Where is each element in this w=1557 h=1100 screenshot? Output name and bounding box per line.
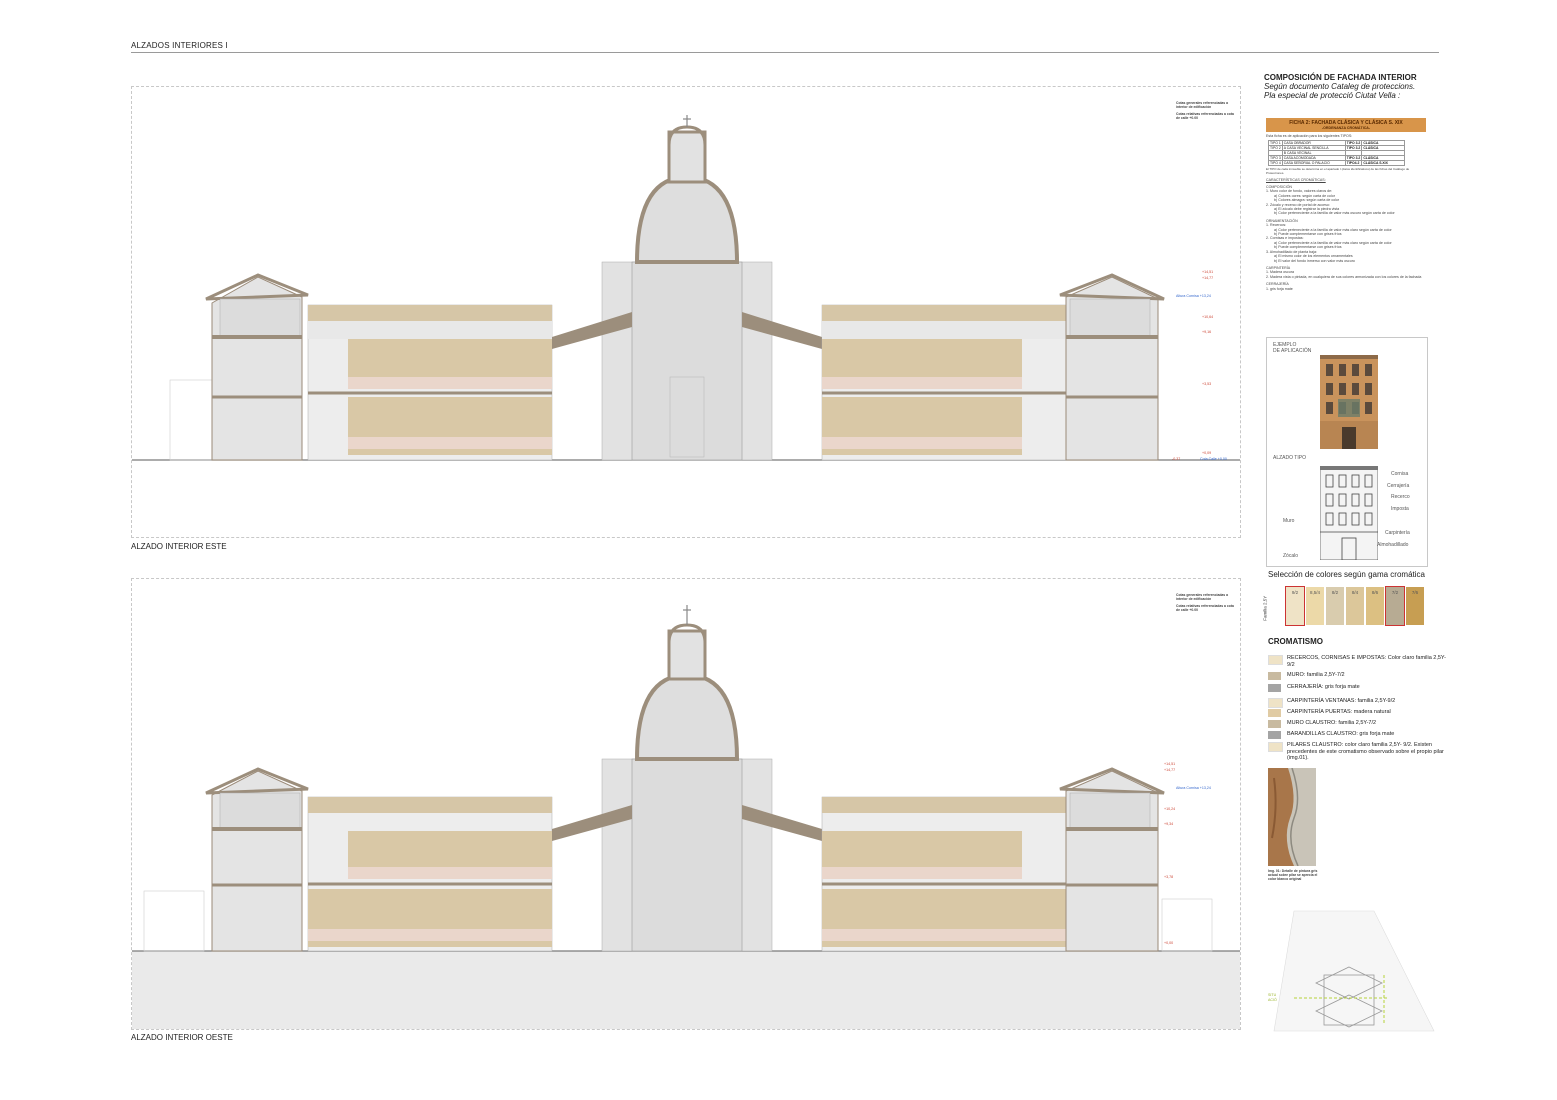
location-plan bbox=[1273, 910, 1435, 1032]
tag-zocalo: Zócalo bbox=[1283, 553, 1299, 559]
east-legend-relative: Cotas relativas referenciadas a cota de … bbox=[1176, 112, 1234, 120]
ficha-carp-line: 2. Madera vista o pintada, en cualquiera… bbox=[1266, 274, 1422, 279]
color-chip bbox=[1268, 709, 1281, 717]
composition-subheading-2: Pla especial de protecció Ciutat Vella : bbox=[1264, 91, 1401, 100]
table-row: TIPO 4 CASA SEÑORIAL O PALACIO TIPO4.2 CLÁS… bbox=[1268, 160, 1406, 167]
east-elevation-caption: ALZADO INTERIOR ESTE bbox=[131, 542, 227, 551]
east-level-4: +9,16 bbox=[1202, 330, 1212, 334]
west-elevation-drawing bbox=[132, 605, 1240, 1029]
west-elevation-frame: Cotas generales referenciadas a interior… bbox=[131, 578, 1241, 1030]
top-rule bbox=[131, 52, 1439, 53]
color-chip bbox=[1268, 742, 1283, 752]
ejemplo-label-2: DE APLICACIÓN bbox=[1273, 348, 1312, 354]
ficha-subtitle: -ORDENANZA CROMÁTICA- bbox=[1321, 126, 1371, 130]
plan-label-2: ACIÓ bbox=[1268, 998, 1277, 1002]
composition-heading: COMPOSICIÓN DE FACHADA INTERIOR bbox=[1264, 73, 1417, 82]
ficha-types-table: TIPO 1 CASA OBRADOR TIPO 3.2 CLÁSICA TIPO 2… bbox=[1268, 140, 1406, 167]
swatch-8-6[interactable]: 8/6 bbox=[1366, 587, 1384, 625]
ficha-intro: Esta ficha es de aplicación para los sig… bbox=[1266, 134, 1353, 138]
east-street-note: Cota Calle +0,00 bbox=[1200, 457, 1227, 461]
east-level-3: +10,64 bbox=[1202, 315, 1214, 319]
ficha-orn-line: b) El valor del fondo inmerso con valor … bbox=[1274, 258, 1355, 263]
west-level-5: +3,78 bbox=[1164, 875, 1174, 879]
color-chip bbox=[1268, 731, 1281, 739]
plan-label-1: SITU bbox=[1268, 993, 1277, 997]
tag-imposta: Imposta bbox=[1391, 506, 1409, 512]
tag-cornisa: Cornisa bbox=[1391, 471, 1409, 477]
tag-almohadillado: Almohadillado bbox=[1377, 542, 1409, 548]
west-level-3: +10,24 bbox=[1164, 807, 1176, 811]
cromatismo-title: CROMATISMO bbox=[1268, 637, 1323, 646]
west-legend-relative: Cotas relativas referenciadas a cota de … bbox=[1176, 604, 1234, 612]
pillar-photo bbox=[1268, 768, 1316, 866]
west-legend-general: Cotas generales referenciadas a interior… bbox=[1176, 593, 1229, 601]
ejemplo-box: EJEMPLO DE APLICACIÓN ALZADO TIPO Cornis… bbox=[1266, 337, 1428, 567]
composition-subheading-1: Según documento Cataleg de proteccions. bbox=[1264, 82, 1416, 91]
color-chip bbox=[1268, 684, 1281, 692]
example-facade-color bbox=[1320, 355, 1378, 449]
east-level-1: +14,51 bbox=[1202, 270, 1214, 274]
ficha-caract: CARACTERÍSTICAS CROMÁTICAS: bbox=[1266, 177, 1326, 182]
swatches-title: Selección de colores según gama cromátic… bbox=[1268, 570, 1425, 579]
ficha-cerr-line: 1. gris forja mate bbox=[1266, 286, 1293, 291]
east-elevation-drawing bbox=[132, 115, 1240, 461]
color-chip bbox=[1268, 672, 1281, 680]
color-chip bbox=[1268, 720, 1281, 728]
tag-recerco: Recerco bbox=[1391, 494, 1410, 500]
ficha-comp-line: b) Color perteneciente a la familia de v… bbox=[1274, 211, 1395, 216]
west-elevation-caption: ALZADO INTERIOR OESTE bbox=[131, 1033, 233, 1042]
ficha-note: El TIPO de cada inmueble se determina en… bbox=[1266, 167, 1410, 175]
swatch-9-2[interactable]: 9/2 bbox=[1285, 586, 1305, 626]
east-level-2: +14,77 bbox=[1202, 276, 1214, 280]
swatch-7-6[interactable]: 7/6 bbox=[1406, 587, 1424, 625]
east-level-7: -0,37 bbox=[1172, 457, 1181, 461]
example-facade-line bbox=[1320, 466, 1378, 560]
tag-carpinteria: Carpintería bbox=[1385, 530, 1410, 536]
swatch-8-5-4[interactable]: 8,5/4 bbox=[1306, 587, 1324, 625]
color-chip bbox=[1268, 655, 1283, 665]
swatch-8-4[interactable]: 8/4 bbox=[1346, 587, 1364, 625]
east-legend-general: Cotas generales referenciadas a interior… bbox=[1176, 101, 1229, 109]
west-level-6: +0,00 bbox=[1164, 941, 1174, 945]
west-level-1: +14,51 bbox=[1164, 762, 1176, 766]
color-chip bbox=[1268, 698, 1283, 708]
east-level-note: Altura Cornisa +13,24 bbox=[1176, 294, 1211, 298]
east-level-6: +0,09 bbox=[1202, 451, 1212, 455]
tag-muro: Muro bbox=[1283, 518, 1295, 524]
west-level-note: Altura Cornisa +13,24 bbox=[1176, 786, 1211, 790]
west-level-2: +14,77 bbox=[1164, 768, 1176, 772]
sheet-title: ALZADOS INTERIORES I bbox=[131, 41, 228, 50]
swatch-8-2[interactable]: 8/2 bbox=[1326, 587, 1344, 625]
east-level-5: +3,53 bbox=[1202, 382, 1212, 386]
tag-cerrajeria: Cerrajería bbox=[1387, 483, 1410, 489]
ficha-card: FICHA 2: FACHADA CLÁSICA Y CLÁSICA S. XI… bbox=[1266, 118, 1426, 291]
west-level-4: +9,34 bbox=[1164, 822, 1174, 826]
photo-caption: Img. 01: Detalle de pintura gris actual … bbox=[1268, 869, 1318, 882]
alzado-tipo-label: ALZADO TIPO bbox=[1273, 455, 1306, 461]
swatch-7-2[interactable]: 7/2 bbox=[1385, 586, 1405, 626]
east-elevation-frame: Cotas generales referenciadas a interior… bbox=[131, 86, 1241, 538]
swatch-family-label: Familia 2,5Y bbox=[1262, 595, 1268, 621]
